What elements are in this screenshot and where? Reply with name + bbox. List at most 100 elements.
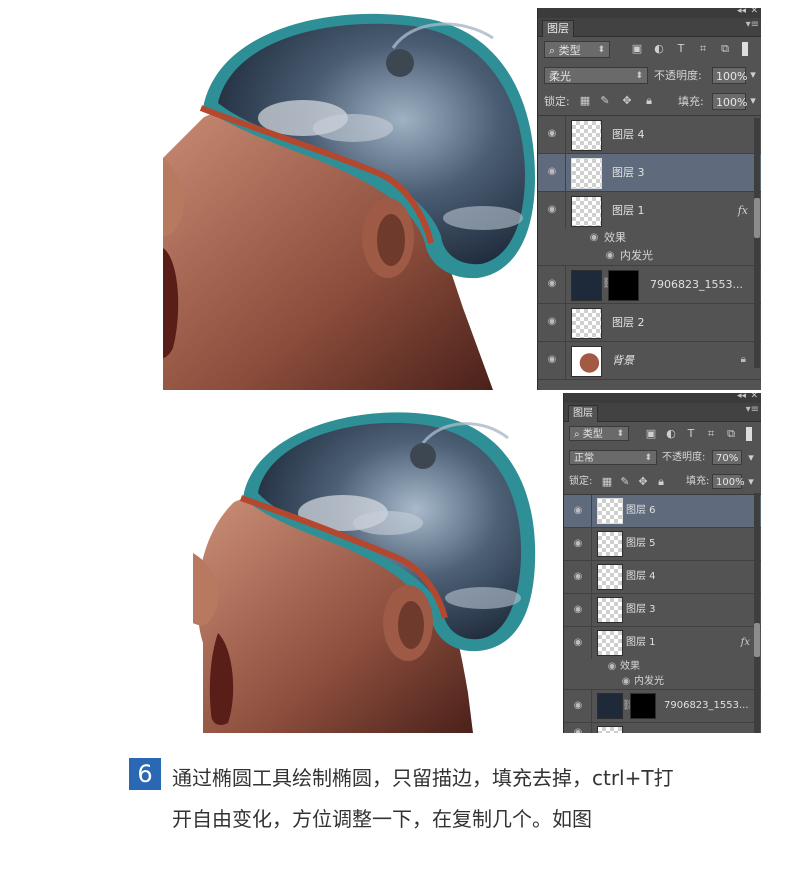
inner-glow-label: 内发光: [634, 676, 664, 687]
layer-row[interactable]: ◉ 图层 1 fx: [564, 627, 761, 659]
layers-list: ◉ 图层 4 ◉ 图层 3 ◉ 图层 1 fx ◉ 效果 ◉ 内发光 ◉ 790…: [538, 116, 761, 380]
lock-transparent-icon[interactable]: ▦: [578, 94, 592, 108]
blend-mode-select[interactable]: 柔光 ⬍: [544, 67, 648, 84]
layer-thumbnail: [571, 270, 602, 301]
eye-icon[interactable]: ◉: [572, 637, 584, 649]
eye-icon[interactable]: ◉: [572, 538, 584, 550]
opacity-field[interactable]: 100%: [712, 67, 747, 84]
opacity-dropdown-icon[interactable]: ▾: [744, 451, 758, 465]
layer-row[interactable]: ◉ 背景 🔒︎: [538, 342, 761, 380]
layer-row[interactable]: ◉ 图层 2: [538, 304, 761, 342]
layer-row-partial[interactable]: ◉: [564, 723, 761, 733]
scrollbar[interactable]: [754, 493, 760, 733]
lock-move-icon[interactable]: ✥: [620, 94, 634, 108]
fill-field[interactable]: 100%: [712, 474, 745, 489]
layer-row-selected[interactable]: ◉ 图层 6: [564, 495, 761, 528]
collapse-icon[interactable]: ◂◂: [737, 8, 746, 16]
layer-name: 图层 3: [626, 604, 656, 615]
adjustment-filter-icon[interactable]: ◐: [664, 427, 678, 441]
layer-name: 图层 4: [612, 128, 645, 141]
layer-row[interactable]: ◉ 图层 5: [564, 528, 761, 561]
lock-brush-icon[interactable]: ✎: [598, 94, 612, 108]
eye-icon[interactable]: ◉: [572, 727, 584, 733]
collapse-icon[interactable]: ◂◂: [737, 393, 746, 401]
filter-kind-select[interactable]: ⌕ 类型 ⬍: [544, 41, 610, 58]
smart-object-filter-icon[interactable]: ⧉: [724, 427, 738, 441]
eye-icon[interactable]: ◉: [572, 604, 584, 616]
layer-row[interactable]: ◉ 图层 4: [538, 116, 761, 154]
layer-mask-thumbnail: [630, 693, 656, 719]
scrollbar-thumb[interactable]: [754, 623, 760, 657]
fill-field[interactable]: 100%: [712, 93, 747, 110]
opacity-label: 不透明度:: [654, 69, 702, 82]
eye-icon[interactable]: ◉: [546, 278, 558, 290]
scrollbar[interactable]: [754, 118, 760, 368]
blend-mode-value: 正常: [574, 453, 594, 464]
step-text-line-1: 通过椭圆工具绘制椭圆，只留描边，填充去掉，ctrl+T打: [172, 766, 674, 790]
blend-mode-select[interactable]: 正常 ⬍: [569, 450, 657, 465]
eye-icon[interactable]: ◉: [606, 661, 618, 673]
eye-icon[interactable]: ◉: [620, 676, 632, 688]
layer-row-selected[interactable]: ◉ 图层 3: [538, 154, 761, 192]
eye-icon[interactable]: ◉: [588, 232, 600, 244]
tab-layers[interactable]: 图层: [568, 405, 598, 422]
layer-thumbnail: [571, 196, 602, 227]
layer-row[interactable]: ◉ 图层 1 fx: [538, 192, 761, 229]
eye-icon[interactable]: ◉: [572, 571, 584, 583]
fx-icon[interactable]: fx: [741, 627, 750, 659]
close-icon[interactable]: ✕: [750, 8, 758, 16]
shape-filter-icon[interactable]: ⌗: [696, 42, 710, 56]
eye-icon[interactable]: ◉: [546, 204, 558, 216]
filter-toggle[interactable]: [742, 42, 748, 56]
lock-move-icon[interactable]: ✥: [636, 475, 650, 489]
eye-icon[interactable]: ◉: [546, 316, 558, 328]
eye-icon[interactable]: ◉: [546, 354, 558, 366]
chevron-updown-icon: ⬍: [644, 453, 652, 463]
inner-glow-row[interactable]: ◉ 内发光: [538, 247, 761, 266]
eye-icon[interactable]: ◉: [572, 505, 584, 517]
layer-name: 图层 1: [626, 637, 656, 648]
fx-icon[interactable]: fx: [738, 192, 748, 229]
fill-dropdown-icon[interactable]: ▾: [744, 475, 758, 489]
inner-glow-label: 内发光: [620, 249, 653, 262]
effects-row[interactable]: ◉ 效果: [538, 229, 761, 247]
artwork-canvas: [163, 13, 535, 390]
image-filter-icon[interactable]: ▣: [644, 427, 658, 441]
layer-thumbnail: [597, 597, 623, 623]
layer-row[interactable]: ◉ ⛓ 7906823_1553...: [538, 266, 761, 304]
opacity-field[interactable]: 70%: [712, 450, 742, 465]
lock-all-icon[interactable]: 🔒︎: [654, 475, 668, 489]
panel-menu-icon[interactable]: ▾≡: [746, 19, 759, 30]
adjustment-filter-icon[interactable]: ◐: [652, 42, 666, 56]
opacity-dropdown-icon[interactable]: ▾: [746, 68, 760, 82]
image-filter-icon[interactable]: ▣: [630, 42, 644, 56]
type-filter-icon[interactable]: T: [674, 42, 688, 56]
layer-row[interactable]: ◉ 图层 4: [564, 561, 761, 594]
screenshot-1: ◂◂ ✕ 图层 ▾≡ ⌕ 类型 ⬍ ▣ ◐ T ⌗ ⧉ 柔光 ⬍ 不透明度: 100%…: [163, 8, 761, 390]
panel-menu-icon[interactable]: ▾≡: [746, 404, 759, 415]
scrollbar-thumb[interactable]: [754, 198, 760, 238]
layers-panel: ◂◂ ✕ 图层 ▾≡ ⌕ 类型 ⬍ ▣ ◐ T ⌗ ⧉ 正常 ⬍ 不透明度: 70% …: [563, 393, 761, 733]
lock-all-icon[interactable]: 🔒︎: [642, 94, 656, 108]
eye-icon[interactable]: ◉: [546, 166, 558, 178]
lock-transparent-icon[interactable]: ▦: [600, 475, 614, 489]
inner-glow-row[interactable]: ◉ 内发光: [564, 674, 761, 690]
eye-icon[interactable]: ◉: [604, 250, 616, 262]
layer-row[interactable]: ◉ ⛓ 7906823_1553...: [564, 690, 761, 723]
tab-layers[interactable]: 图层: [542, 20, 574, 37]
type-filter-icon[interactable]: T: [684, 427, 698, 441]
artwork-canvas: [193, 412, 536, 733]
smart-object-filter-icon[interactable]: ⧉: [718, 42, 732, 56]
effects-row[interactable]: ◉ 效果: [564, 659, 761, 674]
lock-brush-icon[interactable]: ✎: [618, 475, 632, 489]
fill-dropdown-icon[interactable]: ▾: [746, 94, 760, 108]
shape-filter-icon[interactable]: ⌗: [704, 427, 718, 441]
effects-label: 效果: [620, 661, 640, 672]
layer-thumbnail: [571, 158, 602, 189]
layer-row[interactable]: ◉ 图层 3: [564, 594, 761, 627]
filter-kind-select[interactable]: ⌕ 类型 ⬍: [569, 426, 629, 441]
filter-toggle[interactable]: [746, 427, 752, 441]
eye-icon[interactable]: ◉: [572, 700, 584, 712]
eye-icon[interactable]: ◉: [546, 128, 558, 140]
close-icon[interactable]: ✕: [750, 393, 758, 401]
